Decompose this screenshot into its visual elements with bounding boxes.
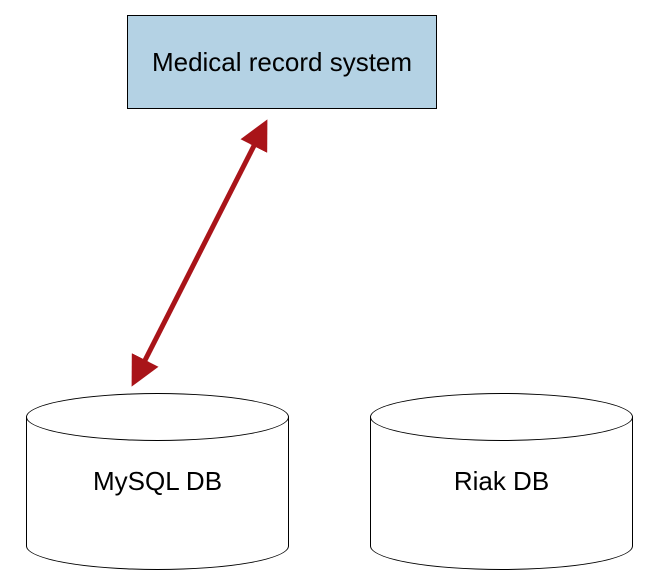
db-riak-label: Riak DB	[454, 466, 549, 497]
db-riak: Riak DB	[370, 393, 633, 568]
system-box: Medical record system	[127, 15, 437, 109]
system-box-label: Medical record system	[152, 47, 412, 78]
cylinder-top	[26, 393, 289, 441]
db-mysql: MySQL DB	[26, 393, 289, 568]
db-mysql-label: MySQL DB	[93, 466, 222, 497]
cylinder-top	[370, 393, 633, 441]
